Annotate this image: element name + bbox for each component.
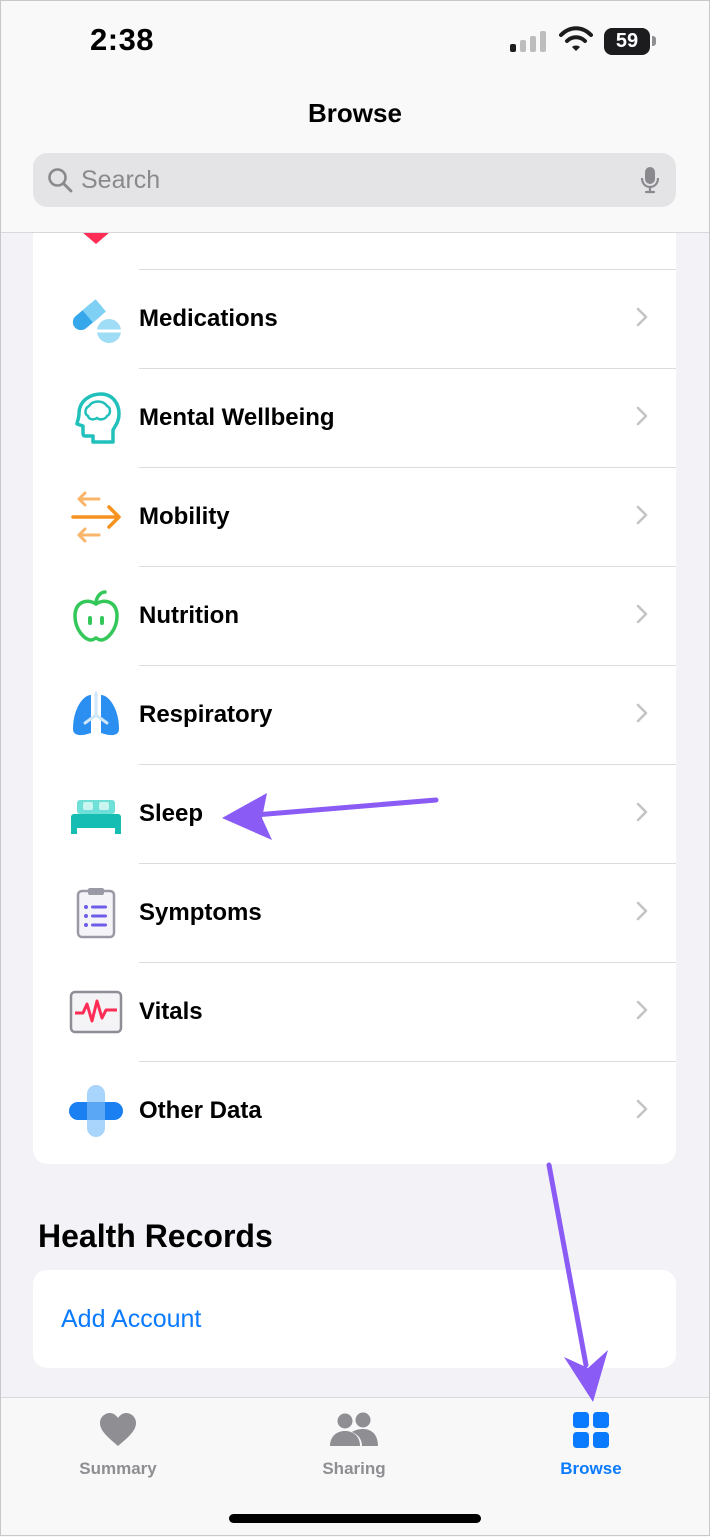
category-label: Mobility bbox=[139, 503, 230, 530]
heart-icon bbox=[100, 1413, 136, 1446]
status-time: 2:38 bbox=[90, 22, 155, 57]
battery-indicator: 59 bbox=[604, 28, 650, 55]
chevron-right-icon bbox=[636, 604, 648, 624]
search-icon bbox=[48, 168, 73, 193]
brain-head-icon bbox=[75, 392, 121, 444]
row-separator bbox=[139, 764, 676, 765]
row-separator bbox=[139, 566, 676, 567]
tab-label: Browse bbox=[560, 1459, 622, 1478]
row-separator bbox=[139, 665, 676, 666]
category-row-medications[interactable]: Medications bbox=[33, 269, 676, 368]
plus-icon bbox=[69, 1085, 123, 1137]
health-records-heading: Health Records bbox=[38, 1218, 273, 1254]
bed-icon bbox=[71, 800, 121, 834]
arrows-icon bbox=[71, 491, 121, 543]
tab-label: Sharing bbox=[322, 1459, 386, 1478]
chevron-right-icon bbox=[636, 505, 648, 525]
category-label: Mental Wellbeing bbox=[139, 404, 335, 431]
add-account-link[interactable]: Add Account bbox=[61, 1305, 201, 1334]
health-categories-card: Medications Mental Wellbeing Mobility Nu… bbox=[33, 160, 676, 1164]
row-separator bbox=[139, 863, 676, 864]
vitals-monitor-icon bbox=[69, 990, 123, 1034]
people-icon bbox=[330, 1412, 378, 1446]
category-label: Symptoms bbox=[139, 899, 262, 926]
category-row-respiratory[interactable]: Respiratory bbox=[33, 665, 676, 764]
category-row-other-data[interactable]: Other Data bbox=[33, 1061, 676, 1160]
chevron-right-icon bbox=[636, 901, 648, 921]
health-records-card: Add Account bbox=[33, 1270, 676, 1368]
category-label: Medications bbox=[139, 305, 278, 332]
tab-sharing[interactable]: Sharing bbox=[274, 1412, 434, 1479]
category-row-mobility[interactable]: Mobility bbox=[33, 467, 676, 566]
row-separator bbox=[139, 962, 676, 963]
tab-browse[interactable]: Browse bbox=[511, 1412, 671, 1479]
category-row-vitals[interactable]: Vitals bbox=[33, 962, 676, 1061]
microphone-icon[interactable] bbox=[640, 166, 660, 194]
page-title: Browse bbox=[308, 98, 402, 128]
category-row-sleep[interactable]: Sleep bbox=[33, 764, 676, 863]
row-separator bbox=[139, 1061, 676, 1062]
home-indicator bbox=[229, 1514, 481, 1523]
apple-icon bbox=[73, 590, 119, 642]
category-row-nutrition[interactable]: Nutrition bbox=[33, 566, 676, 665]
row-separator bbox=[139, 269, 676, 270]
search-placeholder: Search bbox=[81, 166, 161, 194]
category-label: Respiratory bbox=[139, 701, 273, 728]
chevron-right-icon bbox=[636, 1099, 648, 1119]
battery-level: 59 bbox=[615, 30, 639, 52]
lungs-icon bbox=[73, 691, 119, 736]
navigation-header: 2:38 59 Browse Search bbox=[0, 0, 710, 233]
chevron-right-icon bbox=[636, 703, 648, 723]
category-label: Nutrition bbox=[139, 602, 239, 629]
row-separator bbox=[139, 368, 676, 369]
chevron-right-icon bbox=[636, 307, 648, 327]
category-label: Vitals bbox=[139, 998, 203, 1025]
pills-icon bbox=[72, 299, 121, 343]
tab-summary[interactable]: Summary bbox=[38, 1412, 198, 1479]
row-separator bbox=[139, 467, 676, 468]
chevron-right-icon bbox=[636, 406, 648, 426]
search-field[interactable]: Search bbox=[33, 153, 676, 207]
grid-icon bbox=[573, 1412, 609, 1448]
chevron-right-icon bbox=[636, 802, 648, 822]
category-label: Sleep bbox=[139, 800, 204, 827]
battery-tip bbox=[652, 36, 656, 46]
heart-category-icon bbox=[82, 232, 110, 244]
category-label: Other Data bbox=[139, 1097, 262, 1124]
clipboard-icon bbox=[76, 888, 116, 939]
cellular-signal-icon bbox=[510, 30, 550, 52]
category-row-mental-wellbeing[interactable]: Mental Wellbeing bbox=[33, 368, 676, 467]
tab-label: Summary bbox=[79, 1459, 157, 1478]
wifi-icon bbox=[559, 26, 593, 51]
chevron-right-icon bbox=[636, 1000, 648, 1020]
category-row-symptoms[interactable]: Symptoms bbox=[33, 863, 676, 962]
